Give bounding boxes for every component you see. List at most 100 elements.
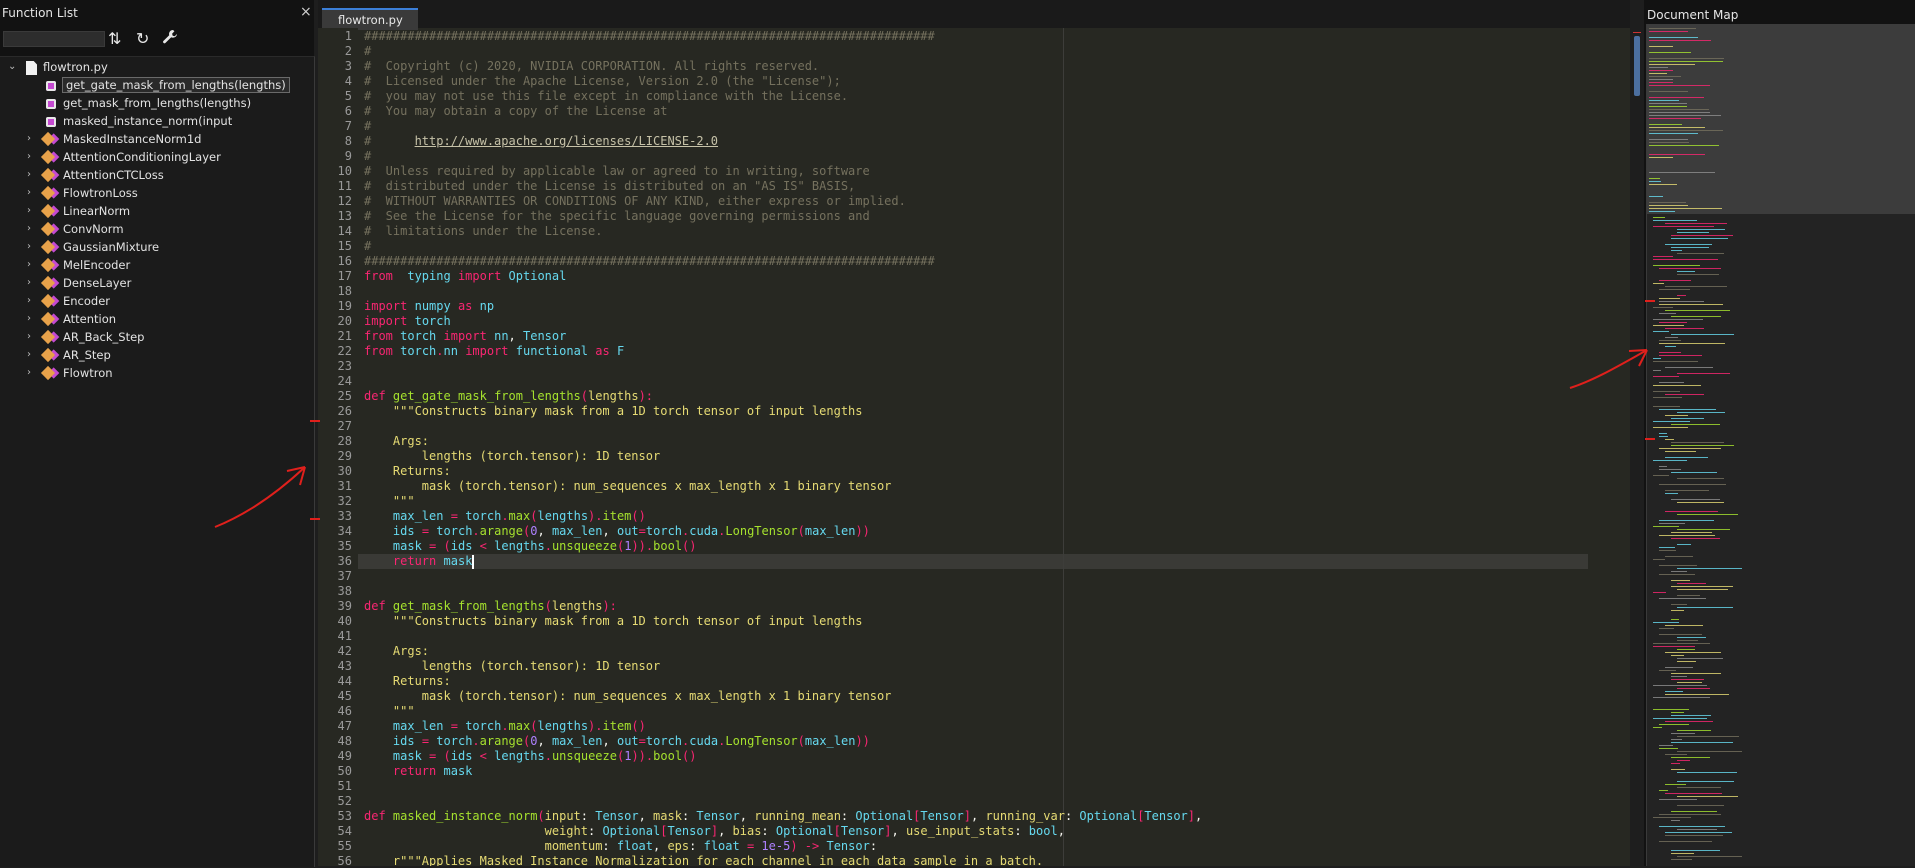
code-line: # http://www.apache.org/licenses/LICENSE… (364, 134, 719, 148)
minimap-line (1649, 106, 1687, 107)
minimap-line (1649, 82, 1673, 83)
minimap-line (1649, 52, 1691, 53)
minimap-line (1665, 367, 1713, 368)
tree-function-node[interactable]: get_mask_from_lengths(lengths) (0, 95, 314, 113)
function-search-input[interactable] (3, 31, 105, 47)
annotation-arrow-right (1569, 349, 1648, 389)
chevron-right-icon[interactable]: › (27, 367, 39, 378)
tree-class-node[interactable]: › MelEncoder (0, 257, 314, 275)
minimap-line (1671, 820, 1680, 821)
chevron-right-icon[interactable]: › (27, 349, 39, 360)
line-number: 43 (337, 659, 352, 673)
tree-class-node[interactable]: › Flowtron (0, 365, 314, 383)
scrollbar-thumb[interactable] (1634, 36, 1640, 96)
document-map-view[interactable] (1646, 24, 1915, 866)
minimap-line (1677, 736, 1739, 737)
tab-flowtron-py[interactable]: flowtron.py (322, 8, 418, 30)
line-number: 47 (337, 719, 352, 733)
minimap-line (1659, 628, 1674, 629)
refresh-icon[interactable]: ↻ (136, 29, 149, 48)
tree-node-label: Flowtron (63, 366, 113, 380)
code-line: weight: Optional[Tensor], bias: Optional… (544, 824, 1065, 838)
annotation-tick (310, 420, 320, 422)
code-line: mask = (ids < lengths.unsqueeze(1)).bool… (392, 749, 697, 763)
minimap-line (1649, 133, 1698, 134)
minimap-line (1677, 658, 1723, 659)
tree-class-node[interactable]: › GaussianMixture (0, 239, 314, 257)
minimap-line (1659, 448, 1721, 449)
minimap-line (1649, 61, 1723, 62)
chevron-right-icon[interactable]: › (27, 331, 39, 342)
minimap-line (1671, 424, 1720, 425)
tree-class-node[interactable]: › AttentionConditioningLayer (0, 149, 314, 167)
minimap-line (1649, 154, 1705, 155)
minimap-line (1671, 238, 1728, 239)
chevron-right-icon[interactable]: › (27, 259, 39, 270)
minimap-line (1659, 547, 1675, 548)
chevron-right-icon[interactable]: › (27, 223, 39, 234)
minimap-line (1677, 649, 1695, 650)
tree-class-node[interactable]: › AR_Step (0, 347, 314, 365)
line-number: 5 (344, 89, 352, 103)
close-icon[interactable]: × (300, 4, 312, 20)
tree-file-node[interactable]: ⌄ flowtron.py (0, 59, 314, 77)
chevron-right-icon[interactable]: › (27, 241, 39, 252)
minimap-line (1649, 91, 1688, 92)
minimap-line (1649, 37, 1698, 38)
minimap-line (1665, 490, 1709, 491)
chevron-right-icon[interactable]: › (27, 169, 39, 180)
minimap-line (1659, 466, 1667, 467)
minimap-line (1671, 757, 1710, 758)
class-icon (40, 221, 56, 238)
tree-class-node[interactable]: › Encoder (0, 293, 314, 311)
chevron-down-icon[interactable]: ⌄ (8, 61, 20, 72)
tree-class-node[interactable]: › Attention (0, 311, 314, 329)
code-line: # (364, 149, 372, 163)
code-line: def get_mask_from_lengths(lengths): (364, 599, 617, 613)
minimap-line (1677, 589, 1728, 590)
minimap-line (1671, 850, 1720, 851)
chevron-right-icon[interactable]: › (27, 133, 39, 144)
minimap-line (1665, 511, 1718, 512)
minimap-line (1665, 244, 1712, 245)
chevron-right-icon[interactable]: › (27, 313, 39, 324)
code-area[interactable]: ########################################… (360, 28, 1612, 866)
minimap-line (1677, 688, 1710, 689)
minimap-line (1653, 421, 1690, 422)
minimap-line (1671, 580, 1690, 581)
minimap-line (1665, 286, 1727, 287)
sort-alpha-icon[interactable]: ⇅ (108, 29, 121, 48)
tree-class-node[interactable]: › LinearNorm (0, 203, 314, 221)
line-number: 18 (337, 284, 352, 298)
chevron-right-icon[interactable]: › (27, 187, 39, 198)
minimap-line (1671, 763, 1680, 764)
chevron-right-icon[interactable]: › (27, 277, 39, 288)
line-number: 52 (337, 794, 352, 808)
file-icon (24, 60, 40, 76)
minimap-line (1659, 433, 1667, 434)
tree-function-node[interactable]: masked_instance_norm(input (0, 113, 314, 131)
chevron-right-icon[interactable]: › (27, 295, 39, 306)
line-number: 42 (337, 644, 352, 658)
tab-label: flowtron.py (338, 13, 403, 27)
tree-function-node[interactable]: get_gate_mask_from_lengths(lengths) (0, 77, 314, 95)
tree-class-node[interactable]: › FlowtronLoss (0, 185, 314, 203)
tree-class-node[interactable]: › AR_Back_Step (0, 329, 314, 347)
tree-class-node[interactable]: › ConvNorm (0, 221, 314, 239)
minimap-line (1671, 655, 1684, 656)
tree-node-label: MaskedInstanceNorm1d (63, 132, 202, 146)
code-line: # (364, 239, 372, 253)
minimap-line (1653, 643, 1710, 644)
minimap-line (1659, 790, 1668, 791)
wrench-icon[interactable] (162, 29, 178, 49)
chevron-right-icon[interactable]: › (27, 151, 39, 162)
chevron-right-icon[interactable]: › (27, 205, 39, 216)
tree-class-node[interactable]: › AttentionCTCLoss (0, 167, 314, 185)
vertical-scrollbar[interactable] (1630, 28, 1644, 866)
minimap-line (1665, 415, 1688, 416)
minimap-line (1659, 670, 1676, 671)
line-number: 55 (337, 839, 352, 853)
tree-class-node[interactable]: › MaskedInstanceNorm1d (0, 131, 314, 149)
tree-class-node[interactable]: › DenseLayer (0, 275, 314, 293)
line-number: 38 (337, 584, 352, 598)
